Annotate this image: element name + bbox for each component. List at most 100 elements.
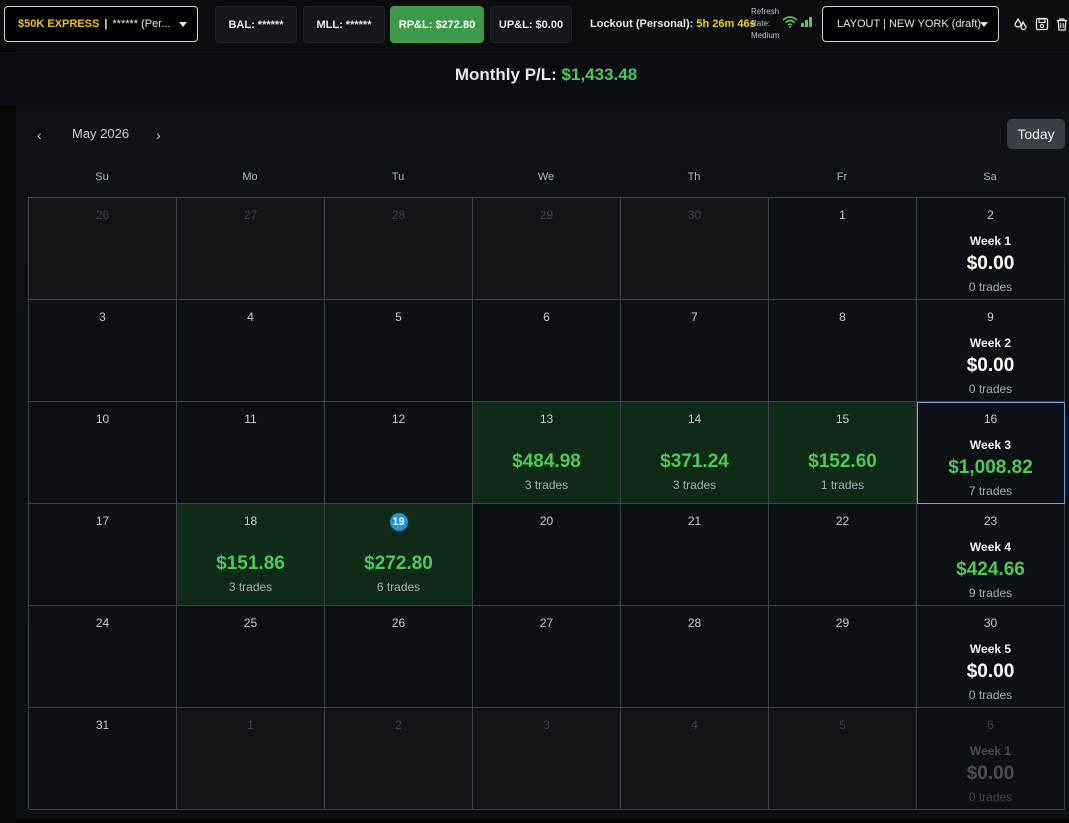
week-pnl: $0.00	[966, 763, 1015, 784]
week-summary-cell[interactable]: 23 Week 4 $424.66 9 trades	[917, 504, 1065, 606]
week-label: Week 1	[969, 744, 1012, 758]
week-summary-cell[interactable]: 9 Week 2 $0.00 0 trades	[917, 300, 1065, 402]
calendar-day-cell[interactable]: 14 $371.24 3 trades	[621, 402, 769, 504]
day-pnl: $151.86	[216, 553, 285, 574]
calendar-grid: 26 27 28 29 30 1 2 Week 1 $0.00 0 trades 3 4 5 6 7 8 9 We…	[28, 197, 1065, 810]
day-number: 13	[539, 412, 554, 426]
save-icon[interactable]	[1035, 17, 1049, 31]
calendar-day-cell[interactable]: 3	[29, 300, 177, 402]
calendar-day-cell[interactable]: 1	[177, 708, 325, 810]
monthly-pl-text: Monthly P/L:	[454, 65, 557, 84]
calendar-day-cell[interactable]: 5	[769, 708, 917, 810]
day-trade-count: 3 trades	[672, 478, 717, 492]
mll-pill[interactable]: MLL: ******	[303, 6, 385, 43]
lockout-value: 5h 26m 46s	[696, 18, 756, 30]
day-number: 18	[243, 514, 258, 528]
calendar-day-cell[interactable]: 24	[29, 606, 177, 708]
calendar-day-cell[interactable]: 30	[621, 198, 769, 300]
chevron-down-icon	[980, 22, 988, 27]
calendar-day-cell[interactable]: 3	[473, 708, 621, 810]
day-number: 9	[987, 310, 994, 324]
week-summary-cell[interactable]: 16 Week 3 $1,008.82 7 trades	[917, 402, 1065, 504]
calendar-day-cell[interactable]: 11	[177, 402, 325, 504]
chevron-left-icon[interactable]: ‹	[37, 127, 49, 143]
day-number: 7	[691, 310, 698, 324]
day-number: 5	[839, 718, 846, 732]
week-summary-cell[interactable]: 30 Week 5 $0.00 0 trades	[917, 606, 1065, 708]
calendar-day-cell[interactable]: 10	[29, 402, 177, 504]
day-number: 11	[244, 412, 257, 426]
calendar-day-cell[interactable]: 4	[621, 708, 769, 810]
today-button[interactable]: Today	[1007, 119, 1065, 149]
weekday-we: We	[537, 171, 555, 183]
account-selector[interactable]: $50K EXPRESS | ****** (Per...	[4, 6, 198, 42]
calendar-day-cell[interactable]: 15 $152.60 1 trades	[769, 402, 917, 504]
day-number: 2	[395, 718, 402, 732]
weekday-fr: Fr	[836, 171, 848, 183]
week-summary-cell[interactable]: 6 Week 1 $0.00 0 trades	[917, 708, 1065, 810]
week-trade-count: 0 trades	[968, 688, 1013, 702]
layout-selector[interactable]: LAYOUT | NEW YORK (draft)	[822, 6, 999, 42]
day-number: 27	[539, 616, 554, 630]
calendar-day-cell[interactable]: 2	[325, 708, 473, 810]
realized-pnl-pill[interactable]: RP&L: $272.80	[390, 6, 484, 43]
week-label: Week 5	[969, 642, 1012, 656]
calendar-day-cell[interactable]: 12	[325, 402, 473, 504]
calendar-day-cell[interactable]: 6	[473, 300, 621, 402]
chevron-down-icon	[179, 22, 187, 27]
day-number: 12	[391, 412, 406, 426]
weekday-sa: Sa	[983, 171, 997, 183]
day-number: 24	[95, 616, 110, 630]
calendar-day-cell[interactable]: 25	[177, 606, 325, 708]
calendar-day-cell[interactable]: 29	[769, 606, 917, 708]
refresh-rate[interactable]: Refresh Rate: Medium	[751, 6, 779, 42]
calendar-day-cell[interactable]: 29	[473, 198, 621, 300]
lockout-label: Lockout (Personal):	[590, 18, 694, 30]
day-number: 14	[687, 412, 702, 426]
calendar-day-cell[interactable]: 13 $484.98 3 trades	[473, 402, 621, 504]
day-number: 28	[391, 208, 406, 222]
calendar-day-cell[interactable]: 8	[769, 300, 917, 402]
calendar-day-cell[interactable]: 18 $151.86 3 trades	[177, 504, 325, 606]
day-number: 26	[95, 208, 110, 222]
day-number: 1	[247, 718, 254, 732]
refresh-line-2: Rate:	[751, 19, 771, 28]
calendar-day-cell[interactable]: 19 $272.80 6 trades	[325, 504, 473, 606]
day-number: 4	[691, 718, 698, 732]
calendar-day-cell[interactable]: 27	[473, 606, 621, 708]
calendar-day-cell[interactable]: 28	[621, 606, 769, 708]
calendar-day-cell[interactable]: 26	[325, 606, 473, 708]
layout-label: LAYOUT | NEW YORK (draft)	[837, 18, 982, 30]
calendar-day-cell[interactable]: 26	[29, 198, 177, 300]
day-number: 31	[95, 718, 110, 732]
calendar-day-cell[interactable]: 31	[29, 708, 177, 810]
drop-icon[interactable]	[1014, 17, 1028, 31]
monthly-pl-label: Monthly P/L: $1,433.48	[0, 65, 1069, 85]
calendar-day-cell[interactable]: 21	[621, 504, 769, 606]
calendar-day-cell[interactable]: 28	[325, 198, 473, 300]
unrealized-pnl-pill[interactable]: UP&L: $0.00	[490, 6, 572, 43]
day-number: 22	[835, 514, 850, 528]
calendar-day-cell[interactable]: 4	[177, 300, 325, 402]
day-number: 2	[987, 208, 994, 222]
chevron-right-icon[interactable]: ›	[156, 127, 168, 143]
monthly-summary: Monthly P/L: $1,433.48	[0, 52, 1069, 106]
calendar-day-cell[interactable]: 20	[473, 504, 621, 606]
calendar-day-cell[interactable]: 17	[29, 504, 177, 606]
refresh-line-1: Refresh	[751, 7, 780, 16]
calendar-day-cell[interactable]: 22	[769, 504, 917, 606]
top-toolbar: $50K EXPRESS | ****** (Per... BAL: *****…	[0, 0, 1069, 50]
monthly-pl-amount: $1,433.48	[561, 65, 638, 84]
calendar-day-cell[interactable]: 7	[621, 300, 769, 402]
week-summary-cell[interactable]: 2 Week 1 $0.00 0 trades	[917, 198, 1065, 300]
balance-pill[interactable]: BAL: ******	[215, 6, 297, 43]
day-number: 6	[543, 310, 550, 324]
calendar-day-cell[interactable]: 27	[177, 198, 325, 300]
day-number: 1	[839, 208, 846, 222]
day-number: 27	[243, 208, 258, 222]
calendar-day-cell[interactable]: 1	[769, 198, 917, 300]
calendar-day-cell[interactable]: 5	[325, 300, 473, 402]
day-trade-count: 3 trades	[228, 580, 273, 594]
trash-icon[interactable]	[1055, 17, 1069, 31]
day-number: 23	[983, 514, 998, 528]
